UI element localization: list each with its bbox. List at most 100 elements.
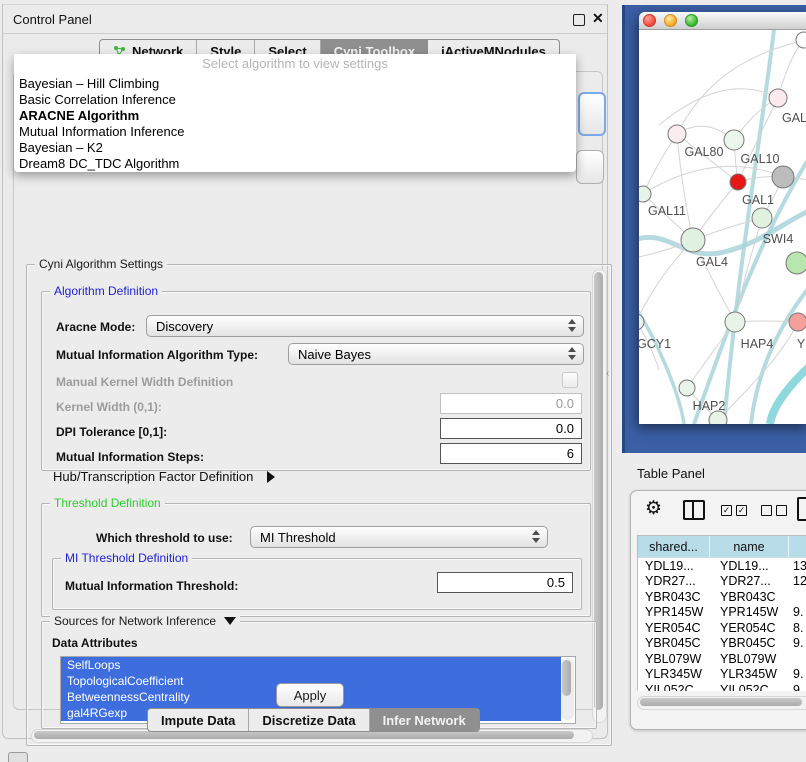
- aracne-mode-select[interactable]: Discovery: [146, 315, 584, 337]
- network-node[interactable]: [668, 125, 686, 143]
- tab-infer-network[interactable]: Infer Network: [370, 709, 479, 731]
- network-canvas[interactable]: GALGAL80GAL10GAL1GAL11GAL4SWI4GCY1HAP4YH…: [639, 30, 806, 424]
- network-node[interactable]: [681, 228, 705, 252]
- combo-value: MI Threshold: [260, 530, 336, 545]
- table-row[interactable]: YLR345WYLR345W9.: [638, 667, 806, 683]
- close-traffic-light-icon[interactable]: [643, 14, 656, 27]
- table-cell: 9.: [789, 636, 806, 650]
- network-window-titlebar[interactable]: [639, 12, 806, 30]
- network-node[interactable]: [772, 166, 794, 188]
- table-row[interactable]: YDL19...YDL19...13: [638, 558, 806, 574]
- node-label: SWI4: [763, 232, 794, 246]
- zoom-traffic-light-icon[interactable]: [685, 14, 698, 27]
- table-cell: YPR145W: [710, 605, 789, 619]
- table-cell: YIL052C: [710, 683, 789, 691]
- node-label: GAL1: [742, 193, 774, 207]
- close-icon[interactable]: ✕: [592, 10, 604, 27]
- table-row[interactable]: YBL079WYBL079W: [638, 651, 806, 667]
- column-header[interactable]: [789, 536, 806, 557]
- table-horizontal-scrollbar[interactable]: [637, 696, 806, 710]
- tab-label: Discretize Data: [262, 713, 355, 728]
- table-row[interactable]: YBR043CYBR043C: [638, 589, 806, 605]
- columns-icon[interactable]: [683, 500, 705, 520]
- tab-impute-data[interactable]: Impute Data: [148, 709, 249, 731]
- hub-definition-expander[interactable]: Hub/Transcription Factor Definition: [53, 469, 275, 484]
- table-cell: YBL079W: [638, 652, 710, 666]
- algorithm-option[interactable]: Mutual Information Inference: [16, 124, 574, 140]
- data-attribute-item[interactable]: SelfLoops: [61, 657, 561, 673]
- mi-algorithm-type-select[interactable]: Naive Bayes: [288, 343, 584, 365]
- mi-threshold-input[interactable]: [437, 572, 573, 593]
- minimize-traffic-light-icon[interactable]: [664, 14, 677, 27]
- occluded-combo-fragment: [578, 92, 606, 136]
- table-row[interactable]: YIL052CYIL052C9.: [638, 682, 806, 691]
- file-icon[interactable]: [797, 497, 806, 521]
- mi-steps-input[interactable]: [440, 443, 582, 464]
- algorithm-option[interactable]: ARACNE Algorithm: [16, 108, 574, 124]
- algorithm-option[interactable]: Bayesian – K2: [16, 140, 574, 156]
- network-node[interactable]: [786, 252, 806, 274]
- network-node[interactable]: [789, 313, 806, 331]
- network-node[interactable]: [769, 89, 787, 107]
- mi-threshold-label: Mutual Information Threshold:: [65, 579, 238, 593]
- aracne-mode-label: Aracne Mode:: [56, 320, 135, 334]
- algorithm-option[interactable]: Basic Correlation Inference: [16, 92, 574, 108]
- network-window[interactable]: GALGAL80GAL10GAL1GAL11GAL4SWI4GCY1HAP4YH…: [639, 12, 806, 424]
- column-header[interactable]: name: [710, 536, 789, 557]
- select-all-icon[interactable]: ✓: [736, 505, 747, 516]
- table-row[interactable]: YDR27...YDR27...12: [638, 574, 806, 590]
- network-graph: GALGAL80GAL10GAL1GAL11GAL4SWI4GCY1HAP4YH…: [639, 30, 806, 424]
- group-title: Sources for Network Inference: [50, 614, 240, 628]
- manual-kernel-checkbox[interactable]: [562, 372, 578, 388]
- network-node[interactable]: [679, 380, 695, 396]
- scrollbar-thumb[interactable]: [640, 698, 802, 706]
- node-label: HAP4: [741, 337, 774, 351]
- column-header[interactable]: shared...: [638, 536, 710, 557]
- network-node[interactable]: [639, 186, 651, 202]
- network-node[interactable]: [725, 312, 745, 332]
- deselect-all-icon[interactable]: [776, 505, 787, 516]
- table-row[interactable]: YBR045CYBR045C9.: [638, 636, 806, 652]
- table-cell: YBR043C: [638, 590, 710, 604]
- algorithm-option[interactable]: Bayesian – Hill Climbing: [16, 76, 574, 92]
- algorithm-option[interactable]: Dream8 DC_TDC Algorithm: [16, 156, 574, 172]
- which-threshold-select[interactable]: MI Threshold: [250, 526, 548, 548]
- gear-icon[interactable]: ⚙: [645, 497, 662, 520]
- apply-button-label: Apply: [294, 688, 327, 703]
- panel-collapse-handle[interactable]: ‹: [606, 368, 609, 379]
- node-label: GAL80: [685, 145, 724, 159]
- network-node[interactable]: [639, 314, 644, 330]
- panel-title: Control Panel: [13, 12, 92, 27]
- float-window-icon[interactable]: [573, 14, 585, 26]
- select-all-icon[interactable]: ✓: [721, 505, 732, 516]
- combo-arrows-icon: [532, 530, 540, 543]
- tab-discretize-data[interactable]: Discretize Data: [249, 709, 369, 731]
- dpi-tolerance-input[interactable]: [440, 418, 582, 439]
- network-node[interactable]: [709, 411, 727, 424]
- table-cell: YDR27...: [710, 574, 789, 588]
- scrollbar-thumb[interactable]: [34, 731, 574, 739]
- list-vertical-scrollbar[interactable]: [561, 658, 574, 720]
- apply-button[interactable]: Apply: [276, 683, 344, 707]
- node-label: GAL11: [648, 204, 686, 218]
- cyni-algorithm-settings-group: Cyni Algorithm Settings Algorithm Defini…: [26, 264, 612, 746]
- table-cell: YDR27...: [638, 574, 710, 588]
- network-node[interactable]: [796, 32, 806, 48]
- table-cell: YBR043C: [710, 590, 789, 604]
- kernel-width-input[interactable]: [440, 393, 582, 414]
- table-cell: YDL19...: [710, 559, 789, 573]
- node-table: shared... name YDL19...YDL19...13YDR27..…: [637, 535, 806, 691]
- scrollbar-thumb[interactable]: [562, 660, 571, 696]
- table-row[interactable]: YER054CYER054C8.: [638, 620, 806, 636]
- expand-right-icon: [267, 471, 275, 483]
- deselect-all-icon[interactable]: [761, 505, 772, 516]
- table-cell: 9.: [789, 683, 806, 691]
- collapse-down-icon[interactable]: [224, 617, 236, 625]
- minimized-panel-icon[interactable]: [8, 752, 28, 762]
- table-cell: YLR345W: [638, 667, 710, 681]
- network-node[interactable]: [730, 174, 746, 190]
- table-cell: 9.: [789, 605, 806, 619]
- network-node[interactable]: [752, 208, 772, 228]
- table-row[interactable]: YPR145WYPR145W9.: [638, 605, 806, 621]
- network-node[interactable]: [724, 130, 744, 150]
